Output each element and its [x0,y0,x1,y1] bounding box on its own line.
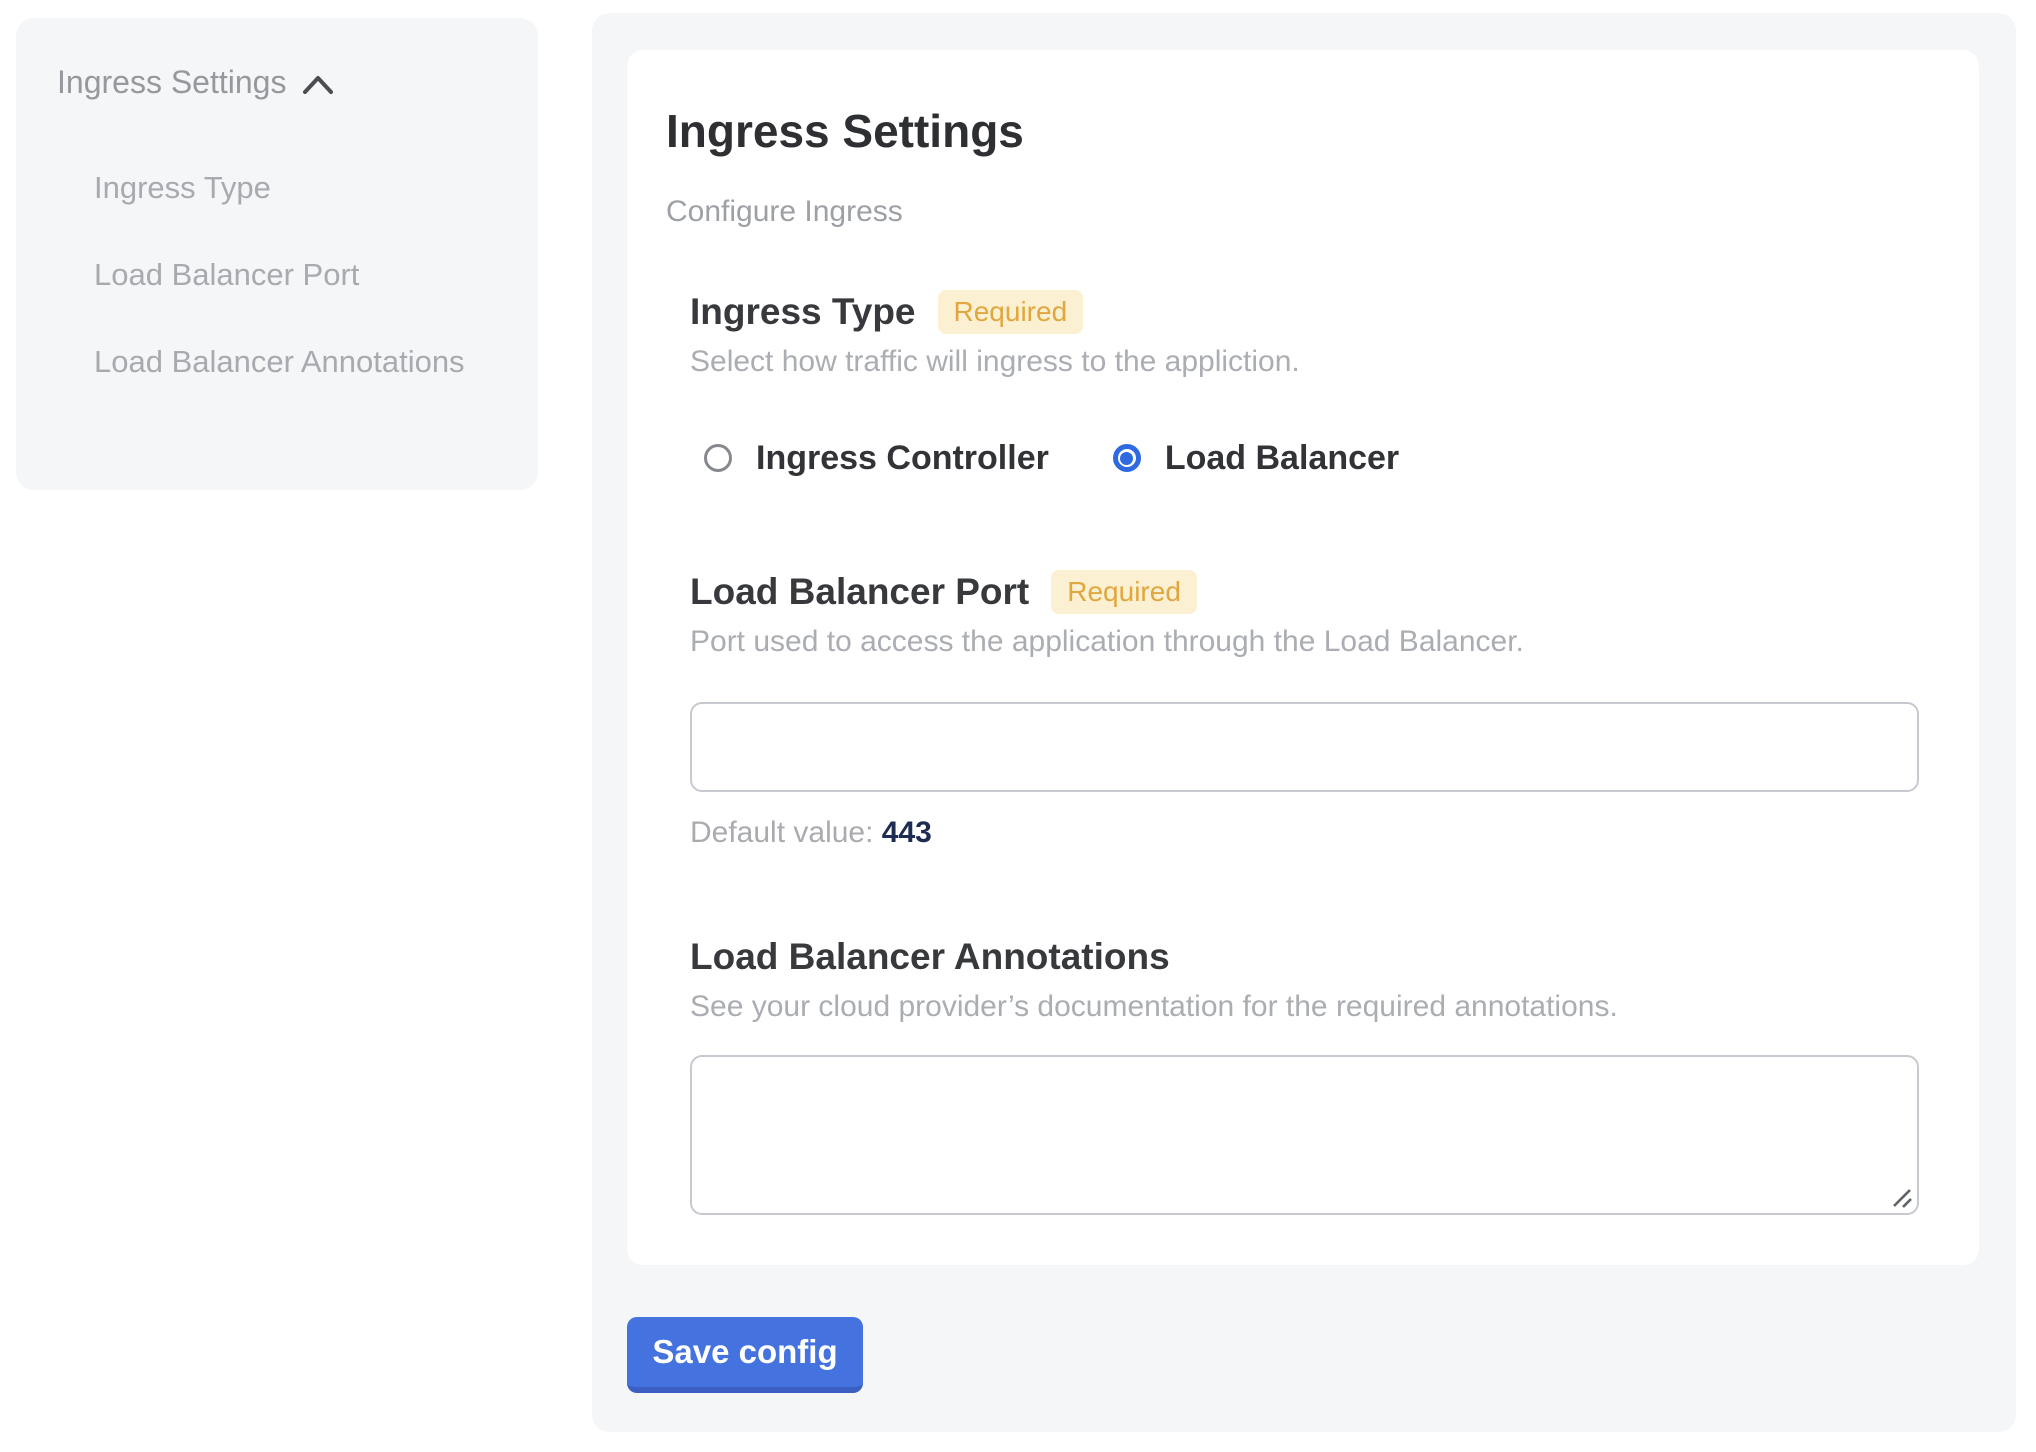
radio-icon[interactable] [1113,444,1141,472]
ingress-settings-card: Ingress Settings Configure Ingress Ingre… [627,50,1979,1265]
field-label-load-balancer-port: Load Balancer Port [690,570,1029,614]
chevron-up-icon [302,74,334,96]
settings-sidebar: Ingress Settings Ingress Type Load Balan… [16,18,538,490]
sidebar-group-ingress-settings[interactable]: Ingress Settings [57,64,510,101]
default-value-note: Default value: 443 [690,816,1919,850]
default-value: 443 [882,816,932,849]
radio-label: Load Balancer [1165,439,1399,478]
load-balancer-annotations-textarea[interactable] [690,1055,1919,1215]
page-subtitle: Configure Ingress [666,194,1919,230]
radio-label: Ingress Controller [756,439,1049,478]
sidebar-item-list: Ingress Type Load Balancer Port Load Bal… [57,159,510,390]
field-description-load-balancer-port: Port used to access the application thro… [690,624,1919,660]
field-description-load-balancer-annotations: See your cloud provider’s documentation … [690,989,1919,1025]
field-label-load-balancer-annotations: Load Balancer Annotations [690,935,1170,979]
default-value-label: Default value: [690,816,873,849]
sidebar-item-ingress-type[interactable]: Ingress Type [94,159,472,216]
field-description-ingress-type: Select how traffic will ingress to the a… [690,344,1919,380]
load-balancer-port-input[interactable] [690,702,1919,792]
sidebar-group-label: Ingress Settings [57,64,286,101]
field-label-ingress-type: Ingress Type [690,290,916,334]
required-badge: Required [1051,570,1197,614]
sidebar-item-load-balancer-port[interactable]: Load Balancer Port [94,246,472,303]
required-badge: Required [938,290,1084,334]
radio-icon[interactable] [704,444,732,472]
page-title: Ingress Settings [666,104,1919,158]
main-panel: Ingress Settings Configure Ingress Ingre… [592,13,2016,1432]
ingress-type-radio-group: Ingress Controller Load Balancer [690,440,1919,476]
radio-option-load-balancer[interactable]: Load Balancer [1113,439,1399,478]
section-load-balancer-port: Load Balancer Port Required Port used to… [690,570,1919,850]
save-config-button[interactable]: Save config [627,1317,863,1393]
sidebar-item-load-balancer-annotations[interactable]: Load Balancer Annotations [94,333,472,390]
section-ingress-type: Ingress Type Required Select how traffic… [690,290,1919,476]
textarea-resize-handle[interactable] [1888,1184,1914,1210]
section-load-balancer-annotations: Load Balancer Annotations See your cloud… [690,935,1919,1215]
radio-option-ingress-controller[interactable]: Ingress Controller [704,439,1049,478]
